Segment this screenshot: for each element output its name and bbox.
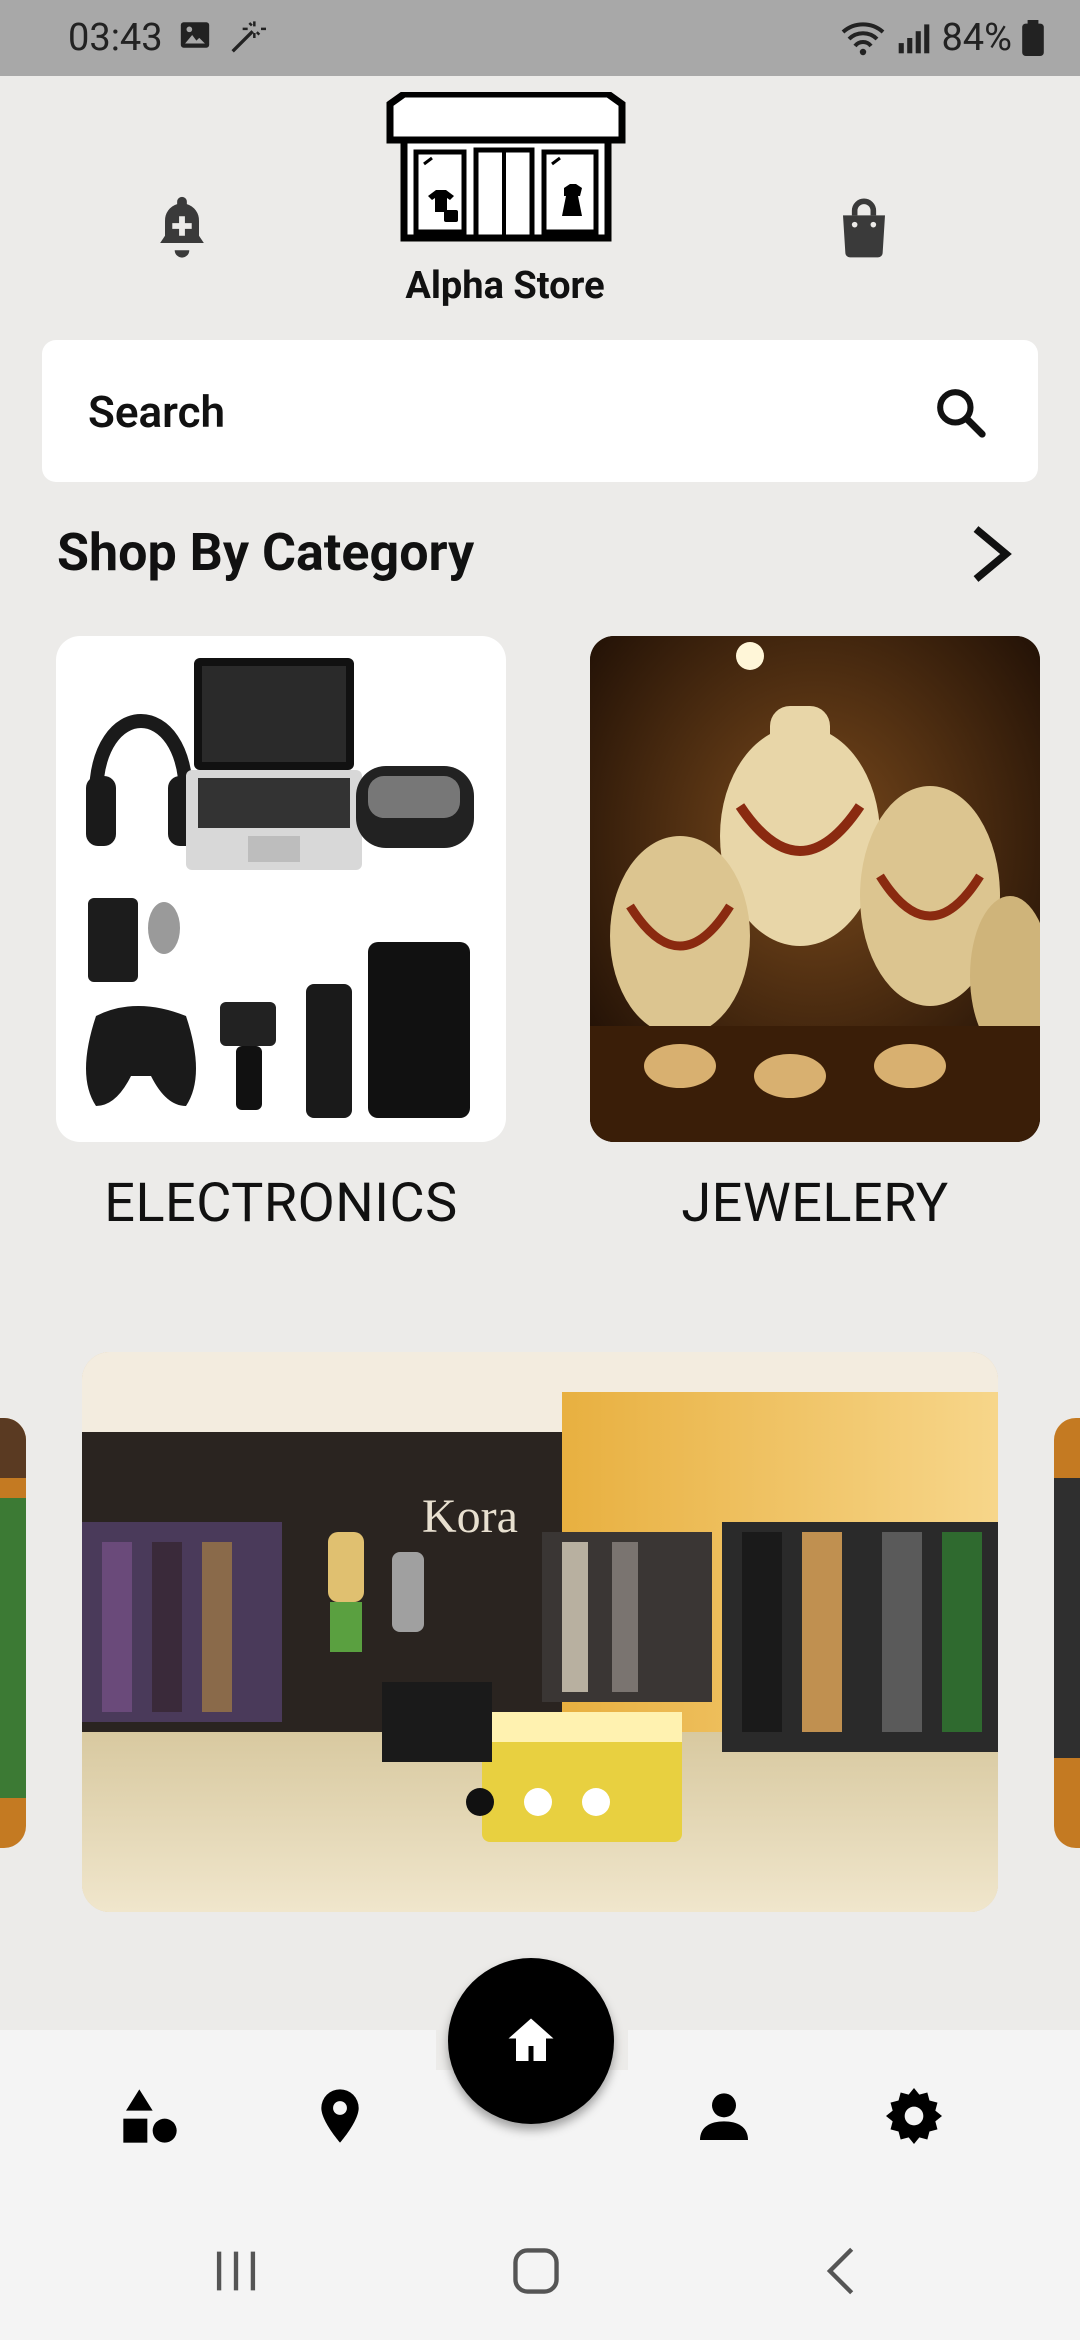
category-card-jewelery[interactable]	[590, 636, 1040, 1142]
gallery-icon	[180, 22, 210, 48]
magic-wand-icon	[231, 21, 266, 53]
carousel-prev-slide[interactable]	[0, 1418, 26, 1848]
wifi-icon	[842, 22, 885, 56]
electronics-image	[86, 658, 474, 1118]
category-label-electronics[interactable]: ELECTRONICS	[56, 1172, 506, 1235]
banner-storefront-sign: Kora	[422, 1490, 518, 1543]
settings-icon[interactable]	[882, 2084, 946, 2148]
status-bar: 03:43 84%	[0, 0, 1080, 76]
search-box[interactable]	[42, 340, 1038, 482]
notification-add-icon[interactable]	[152, 192, 212, 260]
chevron-right-icon[interactable]	[966, 524, 1016, 584]
section-title: Shop By Category	[57, 522, 475, 583]
back-icon[interactable]	[812, 2242, 872, 2300]
home-button[interactable]	[448, 1958, 614, 2124]
home-icon	[508, 2018, 554, 2061]
profile-icon[interactable]	[692, 2084, 756, 2148]
carousel-dot-2[interactable]	[524, 1788, 552, 1816]
banner-image[interactable]: Kora	[82, 1352, 998, 1912]
battery-percent: 84%	[941, 16, 1012, 60]
store-name: Alpha Store	[405, 264, 605, 308]
home-circle-icon[interactable]	[506, 2242, 566, 2300]
battery-icon	[1022, 20, 1044, 56]
carousel-next-slide[interactable]	[1054, 1418, 1080, 1848]
category-label-jewelery[interactable]: JEWELERY	[590, 1172, 1040, 1235]
category-card-electronics[interactable]	[56, 636, 506, 1142]
search-icon[interactable]	[932, 384, 988, 440]
shopping-bag-icon[interactable]	[836, 196, 892, 258]
location-icon[interactable]	[308, 2084, 372, 2148]
carousel-indicator	[466, 1788, 610, 1816]
status-time: 03:43	[68, 16, 163, 60]
signal-icon	[899, 24, 930, 54]
carousel-dot-3[interactable]	[582, 1788, 610, 1816]
search-input[interactable]	[86, 376, 910, 448]
categories-icon[interactable]	[118, 2084, 182, 2148]
carousel-dot-1[interactable]	[466, 1788, 494, 1816]
recents-icon[interactable]	[206, 2242, 266, 2300]
jewelery-image	[590, 636, 1040, 1142]
store-logo	[386, 92, 626, 242]
